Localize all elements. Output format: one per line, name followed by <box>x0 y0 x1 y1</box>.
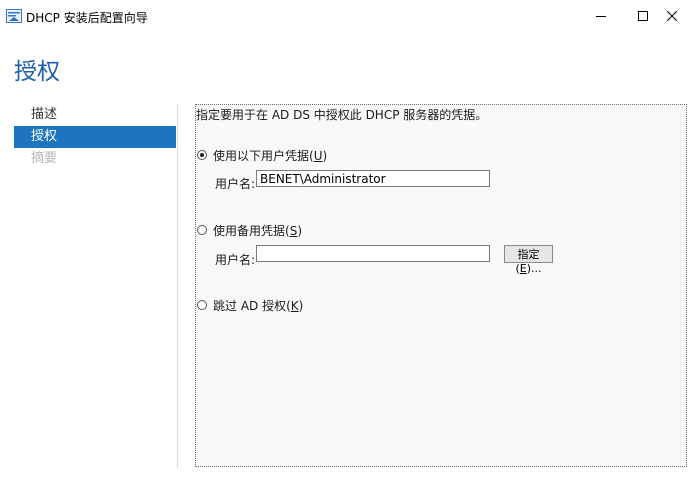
page-title: 授权 <box>14 59 60 85</box>
radio-use-following-credentials[interactable] <box>197 150 207 160</box>
close-button[interactable] <box>649 0 695 32</box>
window-title: DHCP 安装后配置向导 <box>26 11 148 25</box>
radio-use-following-credentials-label[interactable]: 使用以下用户凭据(U) <box>213 147 327 164</box>
specify-button[interactable]: 指定(E)... <box>504 245 553 275</box>
nav-item-description[interactable]: 描述 <box>14 104 176 126</box>
authorization-panel: 指定要用于在 AD DS 中授权此 DHCP 服务器的凭据。 使用以下用户凭据(… <box>195 104 687 467</box>
title-bar: DHCP 安装后配置向导 <box>0 0 695 32</box>
username-label-current: 用户名: <box>215 177 256 191</box>
radio-skip-ad-authorization-label[interactable]: 跳过 AD 授权(K) <box>213 297 303 314</box>
radio-use-alternate-credentials-label[interactable]: 使用备用凭据(S) <box>213 222 302 239</box>
radio-skip-ad-authorization[interactable] <box>197 300 207 310</box>
minimize-icon <box>596 16 606 17</box>
radio-use-alternate-credentials[interactable] <box>197 225 207 235</box>
username-field-alternate[interactable] <box>256 245 490 262</box>
nav-item-authorization[interactable]: 授权 <box>14 126 176 148</box>
maximize-icon <box>638 11 648 21</box>
nav-divider <box>177 104 178 468</box>
close-icon <box>667 11 677 21</box>
wizard-nav: 描述 授权 摘要 <box>14 104 176 170</box>
minimize-button[interactable] <box>578 0 624 32</box>
dhcp-app-icon <box>6 9 22 23</box>
nav-item-summary: 摘要 <box>31 151 58 166</box>
wizard-body: 授权 描述 授权 摘要 指定要用于在 AD DS 中授权此 DHCP 服务器的凭… <box>0 32 695 487</box>
username-label-alternate: 用户名: <box>215 253 256 267</box>
instruction-text: 指定要用于在 AD DS 中授权此 DHCP 服务器的凭据。 <box>196 108 488 122</box>
username-field-current[interactable] <box>256 170 490 187</box>
